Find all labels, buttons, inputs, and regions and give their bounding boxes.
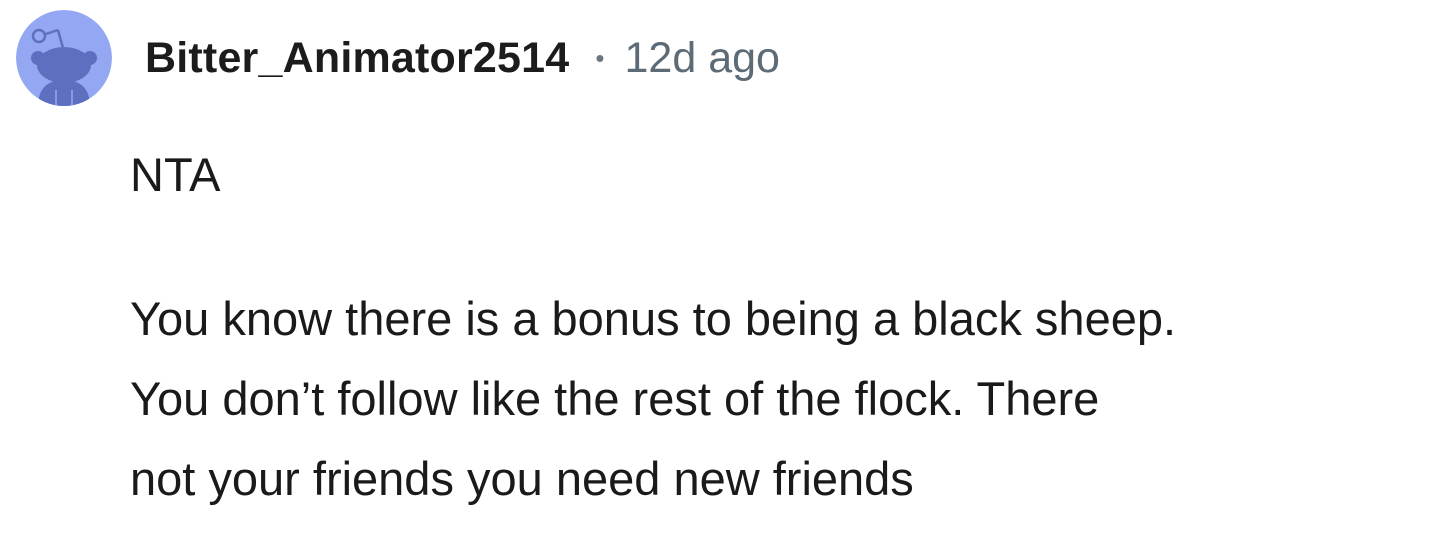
separator-dot: •: [595, 43, 605, 73]
comment-body: NTA You know there is a bonus to being a…: [130, 148, 1426, 519]
username-link[interactable]: Bitter_Animator2514: [145, 34, 569, 83]
timestamp[interactable]: 12d ago: [625, 34, 780, 83]
comment-line: You know there is a bonus to being a bla…: [130, 292, 1177, 345]
comment-line: You don’t follow like the rest of the fl…: [130, 372, 1100, 425]
comment-header: Bitter_Animator2514 • 12d ago: [16, 10, 780, 106]
avatar[interactable]: [16, 10, 112, 106]
snoo-avatar-icon: [16, 10, 112, 106]
comment-line: not your friends you need new friends: [130, 452, 914, 505]
comment: Bitter_Animator2514 • 12d ago NTA You kn…: [0, 0, 1436, 534]
comment-verdict: NTA: [130, 148, 221, 201]
comment-paragraph: You know there is a bonus to being a bla…: [130, 279, 1426, 519]
